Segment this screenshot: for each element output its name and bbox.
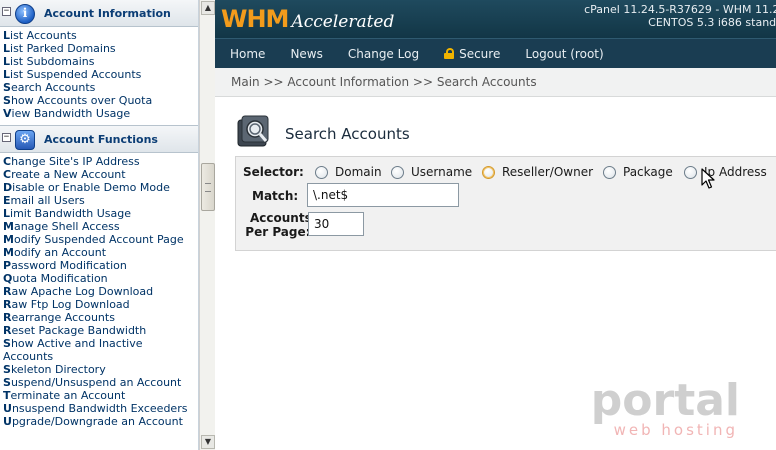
sidebar-link[interactable]: List Suspended Accounts	[3, 68, 198, 81]
nav-logout[interactable]: Logout (root)	[525, 47, 603, 61]
sidebar-link[interactable]: Manage Shell Access	[3, 220, 198, 233]
lock-icon	[444, 48, 455, 59]
radio-button[interactable]	[391, 165, 404, 179]
nav-change-log[interactable]: Change Log	[348, 47, 419, 61]
radio-button[interactable]	[482, 165, 495, 179]
nav-bar: Home News Change Log Secure Logout (root…	[215, 38, 776, 68]
sidebar: − Account Information List AccountsList …	[0, 0, 199, 450]
radio-button[interactable]	[603, 165, 616, 179]
sidebar-link[interactable]: Accounts	[3, 350, 198, 363]
top-header: WHM Accelerated cPanel 11.24.5-R37629 - …	[215, 0, 776, 38]
sidebar-link[interactable]: Raw Ftp Log Download	[3, 298, 198, 311]
nav-secure[interactable]: Secure	[444, 47, 500, 61]
sidebar-link[interactable]: List Parked Domains	[3, 42, 198, 55]
search-form: Selector: Domain Username Reseller/Owner…	[235, 156, 776, 251]
sidebar-link[interactable]: Change Site's IP Address	[3, 155, 198, 168]
watermark-text: portal	[590, 375, 740, 426]
sidebar-link[interactable]: Modify an Account	[3, 246, 198, 259]
scroll-thumb[interactable]	[201, 163, 215, 211]
sidebar-link[interactable]: Show Accounts over Quota	[3, 94, 198, 107]
sidebar-link[interactable]: Terminate an Account	[3, 389, 198, 402]
radio-reseller-owner[interactable]: Reseller/Owner	[482, 165, 593, 179]
section-title: Account Functions	[44, 133, 158, 146]
collapse-icon[interactable]: −	[2, 133, 11, 142]
page-title: Search Accounts	[285, 125, 410, 143]
sidebar-link[interactable]: Quota Modification	[3, 272, 198, 285]
system-info: cPanel 11.24.5-R37629 - WHM 11.24.2 - X …	[584, 3, 776, 29]
collapse-icon[interactable]: −	[2, 7, 11, 16]
sidebar-link[interactable]: Limit Bandwidth Usage	[3, 207, 198, 220]
account-functions-links: Change Site's IP Address Create a New Acc…	[0, 153, 198, 432]
radio-package[interactable]: Package	[603, 165, 673, 179]
sidebar-link[interactable]: Suspend/Unsuspend an Account	[3, 376, 198, 389]
section-title: Account Information	[44, 7, 171, 20]
mouse-cursor-icon	[701, 168, 715, 189]
radio-username[interactable]: Username	[391, 165, 472, 179]
sidebar-link[interactable]: Create a New Account	[3, 168, 198, 181]
search-accounts-icon	[237, 115, 269, 147]
breadcrumb: Main >> Account Information >> Search Ac…	[215, 68, 776, 97]
sidebar-link[interactable]: Disable or Enable Demo Mode	[3, 181, 198, 194]
os-info: CENTOS 5.3 i686 standard on te	[648, 16, 776, 29]
selector-label: Selector:	[243, 165, 304, 179]
scroll-up-arrow-icon[interactable]: ▲	[201, 1, 215, 15]
account-information-links: List Accounts List Parked Domains List Sub…	[0, 27, 198, 124]
sidebar-link[interactable]: Password Modification	[3, 259, 198, 272]
section-header-account-functions[interactable]: − Account Functions	[0, 125, 198, 153]
version-info: cPanel 11.24.5-R37629 - WHM 11.24.2 - X …	[584, 3, 776, 16]
radio-button[interactable]	[315, 165, 328, 179]
per-page-input[interactable]	[308, 212, 364, 236]
nav-home[interactable]: Home	[230, 47, 265, 61]
sidebar-link[interactable]: Raw Apache Log Download	[3, 285, 198, 298]
sidebar-link[interactable]: Show Active and Inactive	[3, 337, 198, 350]
nav-news[interactable]: News	[290, 47, 322, 61]
sidebar-link[interactable]: View Bandwidth Usage	[3, 107, 198, 120]
sidebar-link[interactable]: Search Accounts	[3, 81, 198, 94]
main-content: WHM Accelerated cPanel 11.24.5-R37629 - …	[215, 0, 776, 450]
sidebar-link[interactable]: Unsuspend Bandwidth Exceeders	[3, 402, 198, 415]
radio-domain[interactable]: Domain	[315, 165, 382, 179]
portal-watermark-logo: portal web hosting	[590, 375, 740, 439]
info-icon	[15, 4, 35, 24]
sidebar-link[interactable]: Email all Users	[3, 194, 198, 207]
sidebar-link[interactable]: List Subdomains	[3, 55, 198, 68]
logo-sub-text: Accelerated	[291, 12, 395, 32]
sidebar-link[interactable]: Reset Package Bandwidth	[3, 324, 198, 337]
logo-main-text: WHM	[221, 5, 289, 33]
sidebar-link[interactable]: Upgrade/Downgrade an Account	[3, 415, 198, 428]
section-header-account-information[interactable]: − Account Information	[0, 0, 198, 27]
match-input[interactable]	[307, 183, 459, 207]
sidebar-link[interactable]: Rearrange Accounts	[3, 311, 198, 324]
sidebar-link[interactable]: Skeleton Directory	[3, 363, 198, 376]
gear-icon	[15, 130, 35, 150]
sidebar-scrollbar[interactable]: ▲ ▼	[199, 0, 215, 450]
match-label: Match:	[252, 189, 299, 203]
sidebar-link[interactable]: List Accounts	[3, 29, 198, 42]
scroll-down-arrow-icon[interactable]: ▼	[201, 435, 215, 449]
radio-ip-address[interactable]: Ip Address	[684, 165, 767, 179]
radio-button[interactable]	[684, 165, 697, 179]
per-page-label: Accounts Per Page:	[245, 211, 312, 239]
whm-logo[interactable]: WHM Accelerated	[221, 5, 394, 33]
sidebar-link[interactable]: Modify Suspended Account Page	[3, 233, 198, 246]
